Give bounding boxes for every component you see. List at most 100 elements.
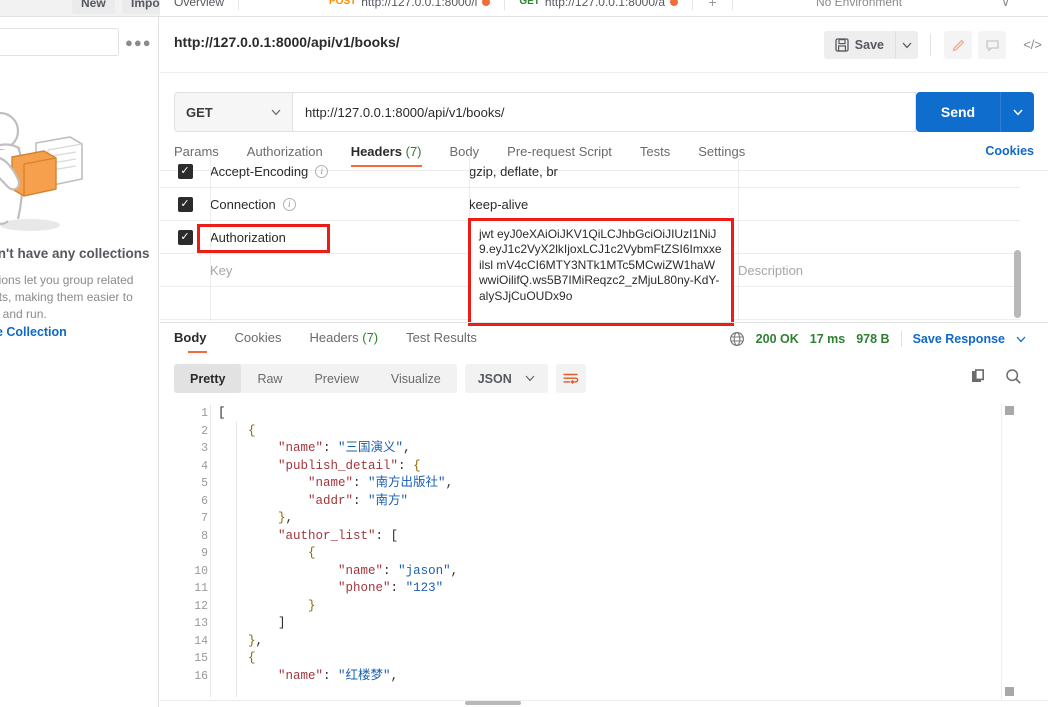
globe-icon[interactable] <box>729 331 745 347</box>
view-pretty-button[interactable]: Pretty <box>174 364 242 393</box>
response-tab-cookies[interactable]: Cookies <box>221 330 296 353</box>
line-number: 15 <box>194 652 208 665</box>
bottom-scroll-area <box>160 700 1048 707</box>
save-response-button[interactable]: Save Response <box>913 332 1005 346</box>
save-button[interactable]: Save <box>823 31 895 59</box>
status-badge: 200 OK <box>755 332 799 346</box>
json-token: } <box>308 598 316 613</box>
json-token: { <box>413 458 421 473</box>
word-wrap-icon <box>563 373 579 384</box>
tab-overview[interactable]: Overview <box>160 0 240 10</box>
horizontal-scrollbar-thumb[interactable] <box>465 701 521 705</box>
tab-method-badge: GET <box>519 0 540 7</box>
tab-url-label: http://127.0.0.1:8000/l <box>361 0 478 9</box>
row-checkbox-cell: ✓ <box>160 196 210 212</box>
tab-overview-label: Overview <box>174 0 225 9</box>
json-code-content: [ { "name": "三国演义", "publish_detail": { … <box>218 405 1038 685</box>
line-number: 1 <box>201 407 208 420</box>
sidebar-more-icon[interactable]: ●●● <box>125 35 152 50</box>
new-tab-button[interactable]: + <box>693 0 734 10</box>
json-token: : <box>383 563 399 578</box>
tab-label: Body <box>174 330 207 345</box>
view-preview-button[interactable]: Preview <box>298 364 374 393</box>
json-line: { <box>218 545 1038 563</box>
header-key-text: Connection <box>210 196 276 212</box>
json-token: , <box>390 668 399 683</box>
line-number: 10 <box>194 564 208 578</box>
scroll-down-arrow[interactable] <box>1005 687 1014 696</box>
sidebar-search-input[interactable] <box>0 28 119 56</box>
json-token: { <box>248 423 256 438</box>
new-header-description-input[interactable]: Description <box>738 263 1020 278</box>
response-body-json-viewer[interactable]: 1 2 3 4 5 6 7 8 9 10 11 12 13 14 15 16 [ { "name": "三国演… <box>160 400 1048 700</box>
json-token: : <box>323 668 339 683</box>
header-value-cell[interactable]: gzip, deflate, br <box>469 164 738 179</box>
pencil-icon <box>952 39 964 51</box>
annotation-box-authorization-key <box>197 224 330 253</box>
response-tab-test-results[interactable]: Test Results <box>392 330 491 353</box>
authorization-token-value[interactable]: jwt eyJ0eXAiOiJKV1QiLCJhbGciOiJIUzI1NiJ9… <box>468 218 734 326</box>
header-enabled-checkbox[interactable]: ✓ <box>177 163 193 179</box>
chevron-down-icon <box>1012 109 1023 115</box>
info-icon[interactable]: i <box>315 164 329 178</box>
floppy-save-icon <box>835 38 849 52</box>
json-line: "publish_detail": { <box>218 458 1038 476</box>
create-collection-link[interactable]: Create Collection <box>0 325 67 339</box>
json-line: "name": "红楼梦", <box>218 668 1038 686</box>
json-line: }, <box>218 633 1038 651</box>
header-key-cell[interactable]: Accept-Encoding i <box>210 155 469 188</box>
table-row[interactable]: ✓ Accept-Encoding i gzip, deflate, br <box>160 155 1020 188</box>
view-visualize-button[interactable]: Visualize <box>375 364 457 393</box>
send-options-button[interactable] <box>1000 92 1034 132</box>
save-options-button[interactable] <box>895 31 918 59</box>
search-icon[interactable] <box>1005 368 1022 385</box>
response-body-scrollbar[interactable] <box>1001 404 1015 700</box>
response-section-divider <box>160 322 1048 323</box>
new-header-key-input[interactable]: Key <box>210 254 469 287</box>
response-tab-headers[interactable]: Headers (7) <box>295 330 392 353</box>
info-icon[interactable]: i <box>282 197 296 211</box>
json-line: "name": "jason", <box>218 563 1038 581</box>
tab-label: Test Results <box>406 330 477 345</box>
empty-collections-description: Collections let you group related reques… <box>0 273 134 321</box>
response-view-segmented-control: Pretty Raw Preview Visualize <box>174 364 457 393</box>
comment-icon <box>985 39 999 52</box>
chevron-down-icon[interactable] <box>1016 336 1026 343</box>
empty-collections-title: You don't have any collections <box>0 246 150 261</box>
json-token: [ <box>390 528 399 543</box>
view-raw-button[interactable]: Raw <box>241 364 298 393</box>
scroll-up-arrow[interactable] <box>1005 406 1014 415</box>
tab-request-post[interactable]: POST http://127.0.0.1:8000/l <box>239 0 506 10</box>
send-button[interactable]: Send <box>916 92 1000 132</box>
indent-guide <box>210 405 211 697</box>
copy-icon[interactable] <box>971 368 988 385</box>
json-line: { <box>218 423 1038 441</box>
response-tab-body[interactable]: Body <box>174 330 221 353</box>
json-token: , <box>450 563 459 578</box>
chevron-down-icon <box>271 109 281 115</box>
edit-request-button[interactable] <box>944 31 972 59</box>
postman-app-window: New Import Overview POST http://127.0.0.… <box>0 0 1048 707</box>
response-tabs: Body Cookies Headers (7) Test Results <box>174 330 491 353</box>
url-input[interactable]: http://127.0.0.1:8000/api/v1/books/ <box>292 92 916 132</box>
code-snippet-icon[interactable]: </> <box>1023 37 1042 52</box>
table-row[interactable]: ✓ Connection i keep-alive <box>160 188 1020 221</box>
http-method-select[interactable]: GET <box>174 92 292 132</box>
new-button[interactable]: New <box>72 0 115 14</box>
sidebar: ●●● You don't have any collections Colle… <box>0 17 159 707</box>
header-enabled-checkbox[interactable]: ✓ <box>177 229 193 245</box>
tab-url-label: http://127.0.0.1:8000/a <box>544 0 666 9</box>
json-line: } <box>218 598 1038 616</box>
line-number-gutter: 1 2 3 4 5 6 7 8 9 10 11 12 13 14 15 16 <box>160 405 208 685</box>
wrap-lines-button[interactable] <box>555 364 586 393</box>
empty-collections-illustration <box>0 111 83 231</box>
comment-button[interactable] <box>978 31 1006 59</box>
header-value-cell[interactable]: keep-alive <box>469 197 738 212</box>
headers-table-scrollbar[interactable] <box>1014 250 1021 318</box>
json-token: "name" <box>308 476 354 490</box>
header-enabled-checkbox[interactable]: ✓ <box>177 196 193 212</box>
response-language-select[interactable]: JSON <box>464 364 548 393</box>
header-key-cell[interactable]: Connection i <box>210 188 469 221</box>
environment-selector[interactable]: No Environment ∨ <box>808 0 1018 10</box>
tab-request-get[interactable]: GET http://127.0.0.1:8000/a <box>505 0 694 10</box>
